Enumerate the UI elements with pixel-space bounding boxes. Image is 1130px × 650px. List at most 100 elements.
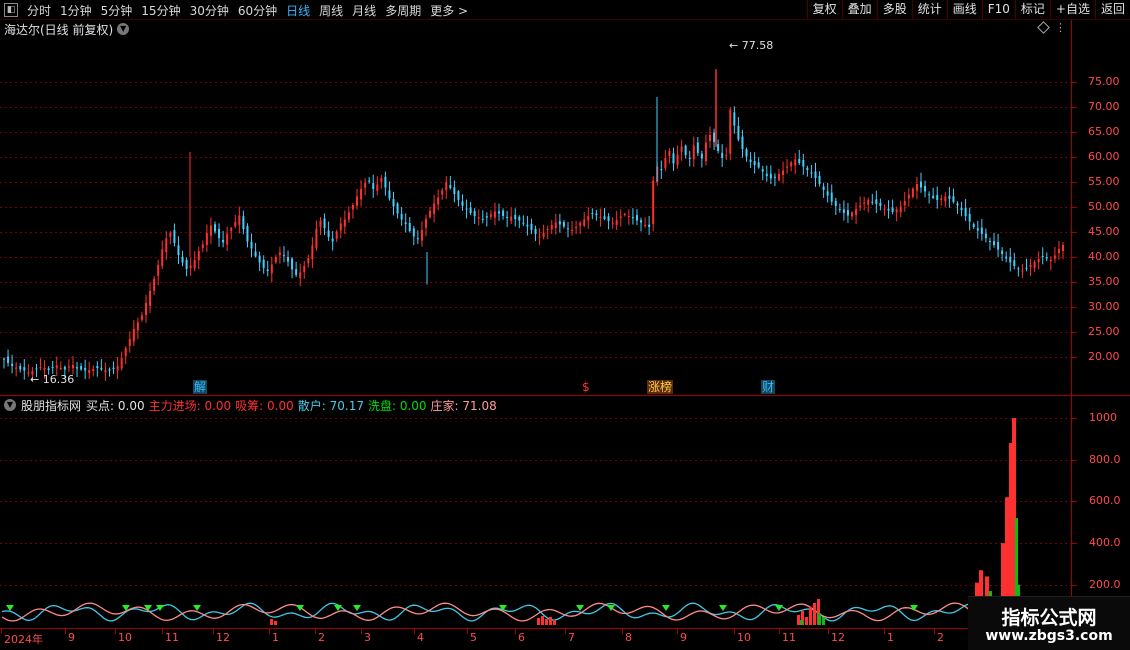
candle-body <box>635 215 638 221</box>
candle-body <box>899 206 902 213</box>
indicator-name: 股朋指标网 <box>21 398 82 413</box>
candle-body <box>522 222 525 224</box>
candle-body <box>562 221 565 227</box>
indicator-fields: 买点: 0.00 主力进场: 0.00 吸筹: 0.00 散户: 70.17 洗盘: 0… <box>86 397 497 414</box>
candle-body <box>619 216 622 218</box>
candle-body <box>761 169 764 172</box>
candle-body <box>343 219 346 227</box>
price-tick-label: 40.00 <box>1088 250 1120 263</box>
candle-body <box>721 152 724 158</box>
candle-body <box>7 356 10 363</box>
candle-body <box>1001 250 1004 254</box>
candle-body <box>489 214 492 217</box>
candle-body <box>282 255 285 257</box>
indicator-tick-label: 1000 <box>1089 411 1117 424</box>
candle-body <box>773 176 776 178</box>
buy-point-marker <box>296 605 304 611</box>
candle-body <box>603 216 606 219</box>
buy-point-marker <box>6 605 14 611</box>
candle-body <box>153 279 156 291</box>
buy-point-marker <box>353 605 361 611</box>
candle-body <box>47 368 50 370</box>
candle-body <box>737 126 740 140</box>
candle-body <box>104 370 107 373</box>
date-tick-label: 3 <box>364 631 371 644</box>
candle-body <box>554 222 557 228</box>
event-label-dollar[interactable]: $ <box>581 380 591 394</box>
candle-body <box>181 256 184 263</box>
candle-body <box>453 187 456 194</box>
candle-body <box>331 238 334 242</box>
candle-body <box>1017 268 1020 270</box>
candle-body <box>684 145 687 155</box>
candle-body <box>128 339 131 347</box>
price-tick-label: 35.00 <box>1088 275 1120 288</box>
date-tick-label: 2024年 <box>4 633 43 646</box>
candle-body <box>911 188 914 197</box>
candle-body <box>700 153 703 159</box>
candle-body <box>149 291 152 306</box>
candle-body <box>871 201 874 203</box>
price-tick-label: 20.00 <box>1088 350 1120 363</box>
candle-body <box>534 228 537 234</box>
price-tick-label: 45.00 <box>1088 225 1120 238</box>
candle-body <box>161 249 164 266</box>
accumulation-bar <box>805 617 808 625</box>
buy-point-marker <box>334 605 342 611</box>
candle-body <box>360 189 363 200</box>
candle-body <box>972 224 975 227</box>
candle-body <box>1057 249 1060 254</box>
candle-body <box>424 219 427 228</box>
candle-body <box>266 269 269 271</box>
candle-body <box>80 366 83 370</box>
candle-body <box>71 365 74 369</box>
chevron-down-icon[interactable]: ▼ <box>4 399 16 411</box>
candle-body <box>652 180 655 225</box>
candle-body <box>132 329 135 342</box>
candle-body <box>611 222 614 224</box>
candle-body <box>43 368 46 370</box>
candle-body <box>189 265 192 269</box>
event-label-cai[interactable]: 财 <box>761 380 776 394</box>
candle-body <box>140 315 143 320</box>
event-label-zhangbang[interactable]: 涨榜 <box>647 380 674 394</box>
event-label-jie[interactable]: 解 <box>193 380 208 394</box>
candle-body <box>380 178 383 182</box>
kline-chart[interactable]: ← 77.58 ← 16.36 <box>0 0 1130 650</box>
candle-body <box>769 173 772 179</box>
candle-body <box>575 227 578 228</box>
price-tick-label: 65.00 <box>1088 125 1120 138</box>
candle-body <box>400 213 403 220</box>
candle-body <box>193 260 196 269</box>
candle-body <box>644 225 647 226</box>
candle-body <box>197 251 200 261</box>
candle-body <box>465 208 468 210</box>
candle-body <box>757 162 760 168</box>
candle-body <box>96 366 99 368</box>
candle-body <box>725 155 728 156</box>
price-tick-label: 30.00 <box>1088 300 1120 313</box>
candle-body <box>238 215 241 225</box>
candle-body <box>627 216 630 217</box>
candle-body <box>688 157 691 159</box>
candle-body <box>502 210 505 216</box>
candle-body <box>919 181 922 188</box>
high-price-label: ← 77.58 <box>729 39 773 52</box>
buy-point-marker <box>193 605 201 611</box>
candle-body <box>615 220 618 225</box>
candle-body <box>335 231 338 239</box>
candle-body <box>1029 265 1032 268</box>
candle-body <box>952 196 955 202</box>
date-tick-label: 4 <box>417 631 424 644</box>
candle-body <box>571 230 574 231</box>
candle-body <box>838 208 841 210</box>
candle-body <box>932 195 935 198</box>
candle-body <box>201 244 204 249</box>
candle-body <box>347 212 350 220</box>
low-price-label: ← 16.36 <box>30 373 74 386</box>
date-tick-label: 10 <box>737 631 751 644</box>
accumulation-bar <box>270 619 273 625</box>
indicator-field-3: 散户: 70.17 <box>297 398 364 413</box>
candle-body <box>623 214 626 215</box>
price-tick-label: 55.00 <box>1088 175 1120 188</box>
